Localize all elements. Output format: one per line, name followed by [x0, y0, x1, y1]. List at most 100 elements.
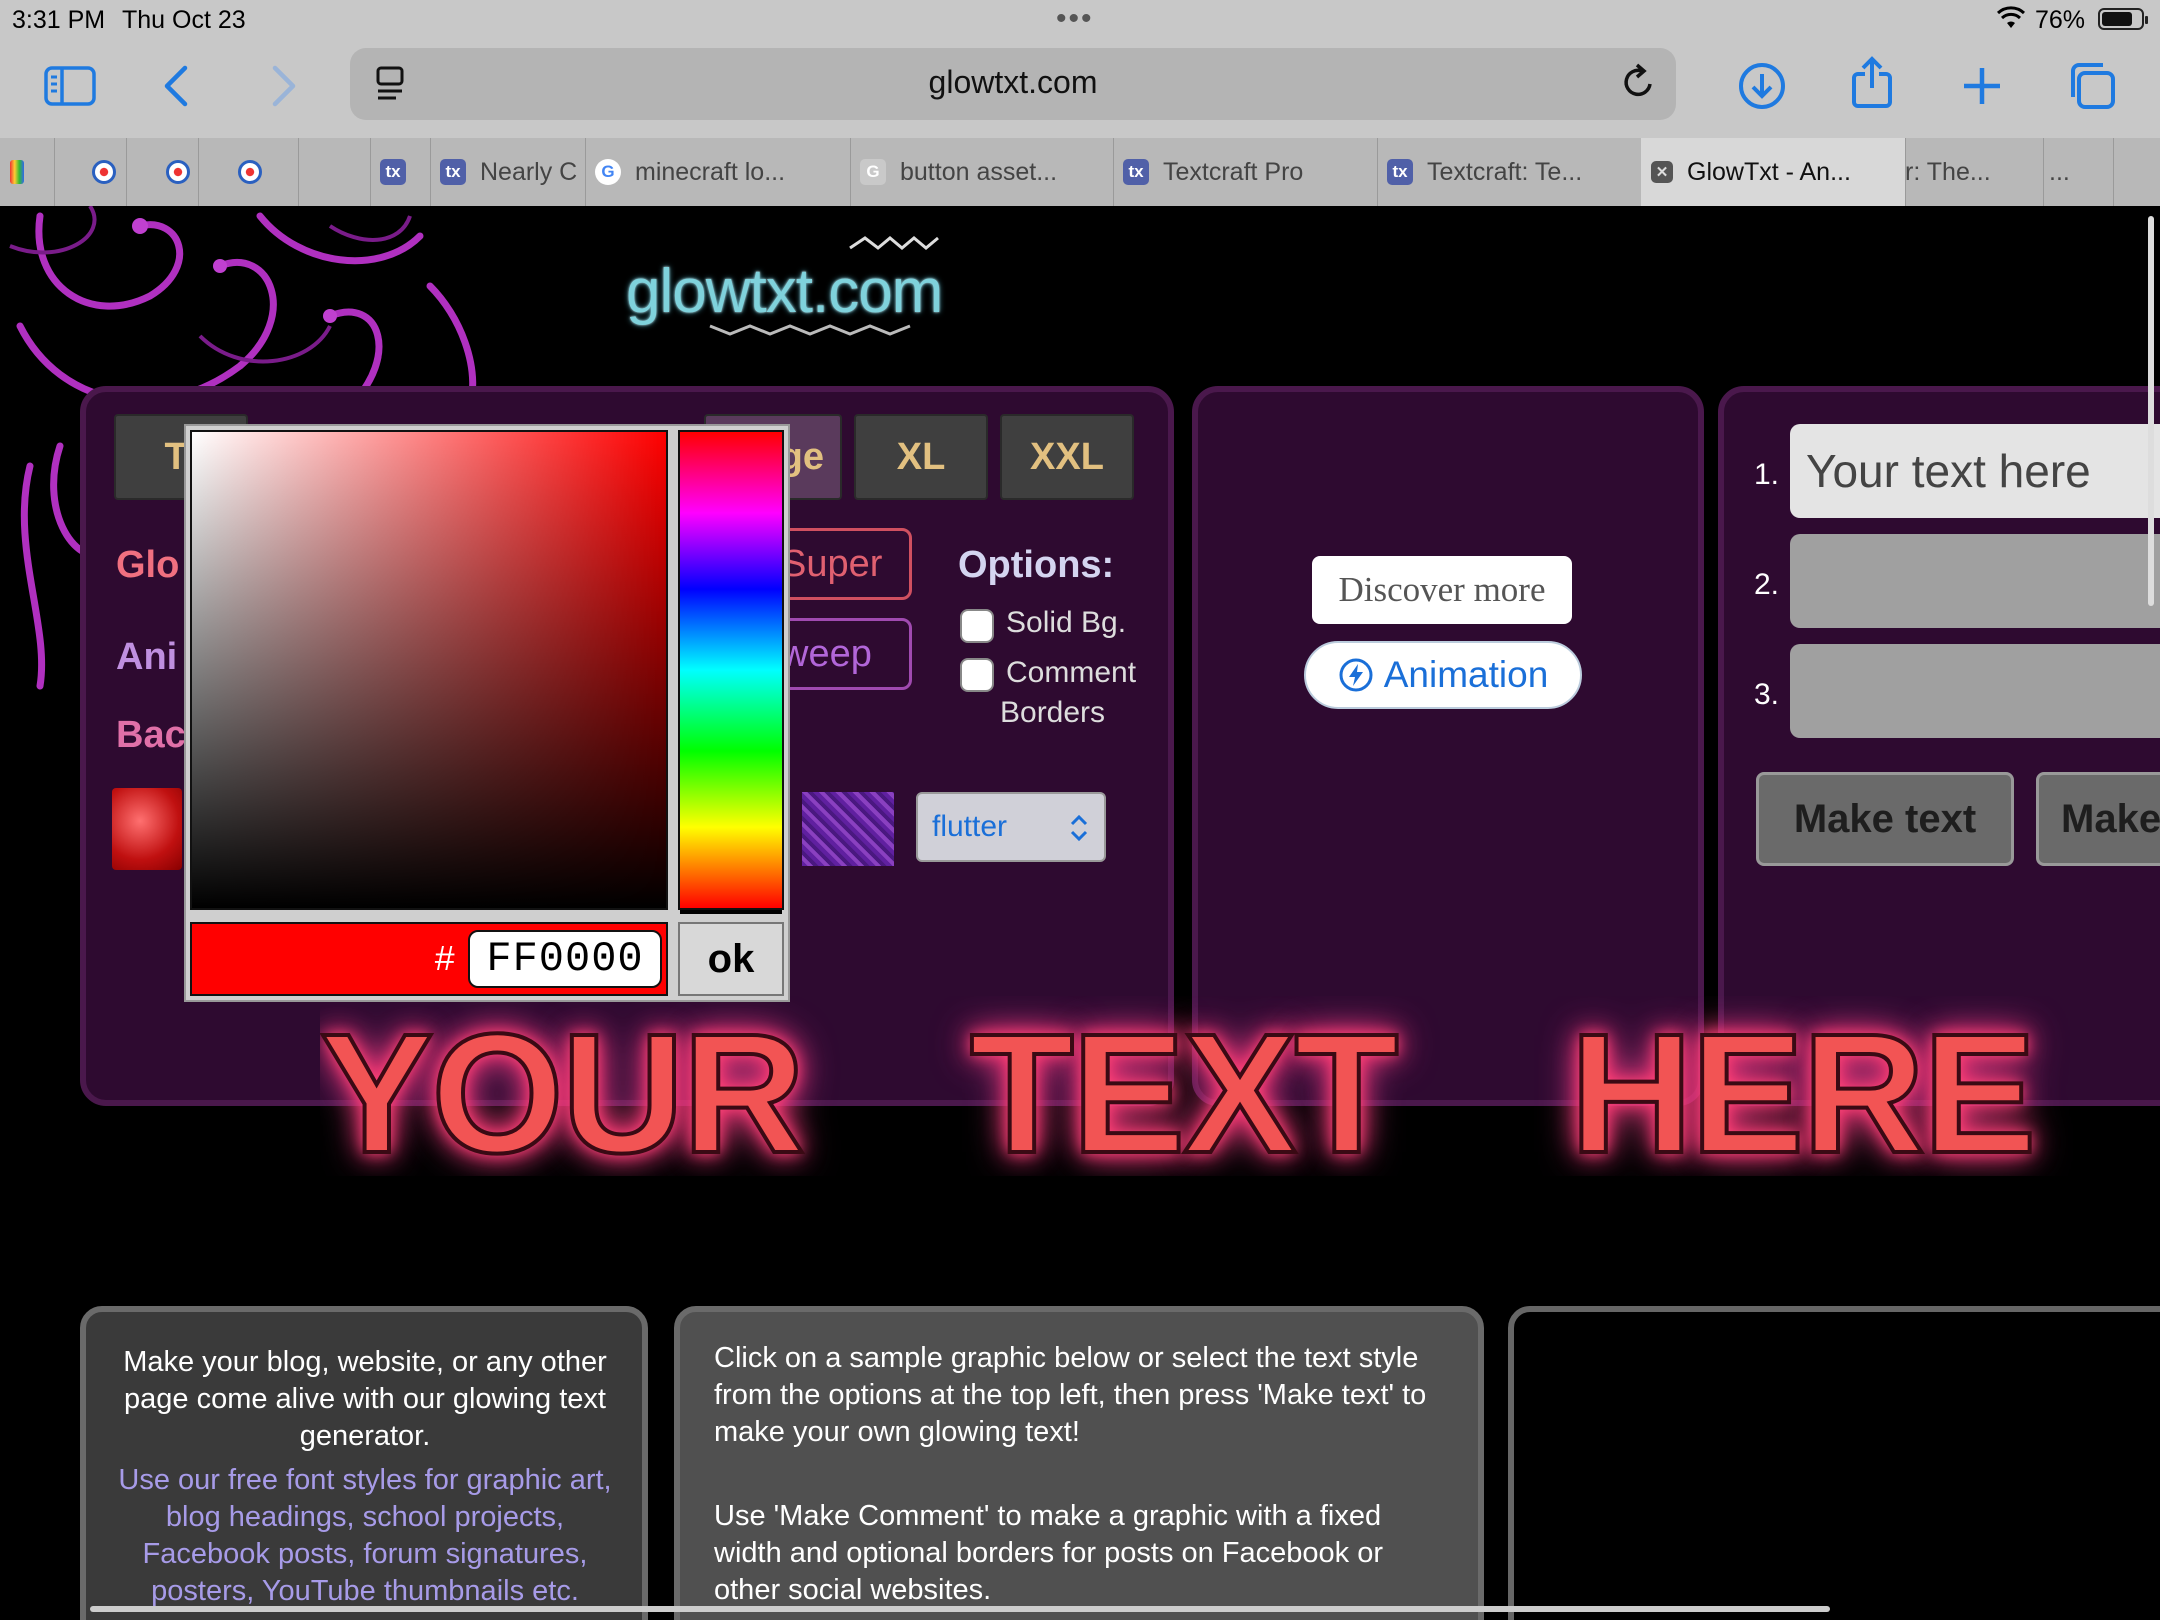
- pinned-tab[interactable]: [0, 138, 55, 206]
- tab[interactable]: tx Textcraft: Te...: [1377, 138, 1642, 206]
- tab-strip: tx tx Nearly C Gminecraft lo... Gbutton a…: [0, 138, 2160, 207]
- tab[interactable]: tx: [370, 138, 431, 206]
- comment-borders-checkbox[interactable]: [960, 658, 994, 692]
- battery-percent: 76%: [2035, 6, 2086, 34]
- solid-bg-label: Solid Bg.: [1006, 606, 1127, 639]
- ok-button[interactable]: ok: [678, 922, 784, 996]
- saturation-value-area[interactable]: [190, 430, 668, 910]
- tab-label: minecraft lo...: [635, 157, 786, 186]
- tab[interactable]: r: The...: [1905, 138, 2044, 206]
- lightning-icon: [1339, 658, 1373, 692]
- hex-input[interactable]: FF0000: [468, 930, 662, 988]
- reload-icon[interactable]: [1620, 62, 1658, 102]
- share-icon[interactable]: [1844, 54, 1900, 110]
- web-page: glowtxt.com Ti ge XL XXL Glo Ani Bac Sup…: [0, 206, 2160, 1620]
- comment-instructions-text: Use 'Make Comment' to make a graphic wit…: [714, 1500, 1384, 1606]
- new-tab-icon[interactable]: [1954, 58, 2010, 114]
- make-comment-label: Make: [2061, 796, 2160, 841]
- tab-active[interactable]: ✕ GlowTxt - An...: [1641, 138, 1906, 206]
- tab[interactable]: tx Nearly C: [430, 138, 586, 206]
- style-super-button[interactable]: Super: [770, 528, 912, 600]
- instructions-text: Click on a sample graphic below or selec…: [714, 1342, 1427, 1448]
- hue-slider[interactable]: [678, 430, 784, 914]
- address-bar[interactable]: glowtxt.com: [350, 48, 1676, 120]
- pinned-tab[interactable]: [198, 138, 299, 206]
- size-xl-button[interactable]: XL: [854, 414, 988, 500]
- intro-text: Make your blog, website, or any other pa…: [123, 1346, 607, 1452]
- target-favicon-icon: [166, 160, 190, 184]
- status-bar: 3:31 PM Thu Oct 23 ••• 76%: [0, 0, 2160, 40]
- textcraft-favicon-icon: tx: [1387, 159, 1413, 185]
- row-number: 2.: [1754, 568, 1780, 601]
- wifi-icon: [1996, 6, 2026, 28]
- animation-button[interactable]: Animation: [1304, 641, 1582, 709]
- status-date: Thu Oct 23: [122, 6, 246, 34]
- row-number: 3.: [1754, 678, 1780, 711]
- tab-overview-icon[interactable]: [2064, 58, 2120, 114]
- options-title: Options:: [958, 544, 1115, 586]
- style-label: weep: [781, 632, 872, 675]
- glow-word: YOUR: [320, 997, 807, 1176]
- tab[interactable]: Gbutton asset...: [850, 138, 1114, 206]
- borders-label: Borders: [1000, 696, 1106, 729]
- row-number: 1.: [1754, 458, 1780, 491]
- comment-label: Comment: [1006, 656, 1137, 689]
- make-comment-button[interactable]: Make: [2036, 772, 2160, 866]
- tab[interactable]: tx Textcraft Pro: [1113, 138, 1378, 206]
- make-text-button[interactable]: Make text: [1756, 772, 2014, 866]
- background-label: Bac: [116, 714, 186, 756]
- tab[interactable]: ...: [2043, 138, 2114, 206]
- animation-label: Animation: [1383, 654, 1549, 695]
- text-line-1-input[interactable]: Your text here: [1790, 424, 2160, 518]
- google-favicon-icon: G: [595, 159, 621, 185]
- target-favicon-icon: [238, 160, 262, 184]
- tab-label: Nearly C: [480, 157, 578, 186]
- tab-label: button asset...: [900, 157, 1058, 186]
- pinned-tab[interactable]: [126, 138, 199, 206]
- vertical-scrollbar[interactable]: [2148, 216, 2154, 606]
- download-icon[interactable]: [1734, 58, 1790, 114]
- back-icon[interactable]: [148, 58, 204, 114]
- colorful-favicon-icon: [10, 160, 24, 184]
- hue-marker[interactable]: [680, 910, 782, 914]
- sidebar-icon[interactable]: [42, 58, 98, 114]
- site-logo[interactable]: glowtxt.com: [620, 226, 960, 346]
- forward-icon[interactable]: [256, 58, 312, 114]
- url-text: glowtxt.com: [928, 64, 1098, 100]
- make-text-label: Make text: [1793, 796, 1977, 841]
- glow-word: TEXT: [968, 997, 1400, 1176]
- background-red-swatch[interactable]: [112, 788, 182, 870]
- animation-label: Ani: [116, 636, 178, 678]
- tab-label: GlowTxt - An...: [1687, 157, 1851, 186]
- animation-select[interactable]: flutter: [916, 792, 1106, 862]
- pinned-tab[interactable]: [298, 138, 371, 206]
- pinned-tab[interactable]: [54, 138, 127, 206]
- browser-toolbar: glowtxt.com: [0, 40, 2160, 138]
- glow-word: HERE: [1568, 997, 2038, 1176]
- intro-box: Make your blog, website, or any other pa…: [80, 1306, 648, 1620]
- background-purple-swatch[interactable]: [802, 792, 894, 866]
- textcraft-favicon-icon: tx: [380, 159, 406, 185]
- intro-links-text: Use our free font styles for graphic art…: [118, 1464, 612, 1607]
- discover-more-button[interactable]: Discover more: [1312, 556, 1572, 624]
- close-icon[interactable]: ✕: [1651, 161, 1673, 183]
- style-label: Super: [781, 542, 883, 585]
- style-sweep-button[interactable]: weep: [770, 618, 912, 690]
- text-line-3-input[interactable]: [1790, 644, 2160, 738]
- text-line-1-value: Your text here: [1806, 445, 2091, 497]
- size-xxl-button[interactable]: XXL: [1000, 414, 1134, 500]
- status-time: 3:31 PM: [12, 6, 106, 34]
- horizontal-scrollbar[interactable]: [90, 1606, 1830, 1612]
- glow-text-preview[interactable]: YOUR TEXT HERE: [320, 996, 2140, 1176]
- hash-symbol: #: [434, 940, 456, 981]
- tab-label: ...: [2049, 157, 2070, 186]
- tab[interactable]: Gminecraft lo...: [585, 138, 851, 206]
- solid-bg-checkbox[interactable]: [960, 609, 994, 643]
- select-chevron-icon: [1070, 814, 1088, 842]
- size-label: XXL: [1030, 435, 1104, 478]
- g-favicon-icon: G: [860, 159, 886, 185]
- multitasking-dots-icon[interactable]: •••: [1056, 2, 1094, 36]
- glow-color-label: Glo: [116, 544, 180, 586]
- text-line-2-input[interactable]: [1790, 534, 2160, 628]
- tab-label: r: The...: [1905, 157, 1991, 186]
